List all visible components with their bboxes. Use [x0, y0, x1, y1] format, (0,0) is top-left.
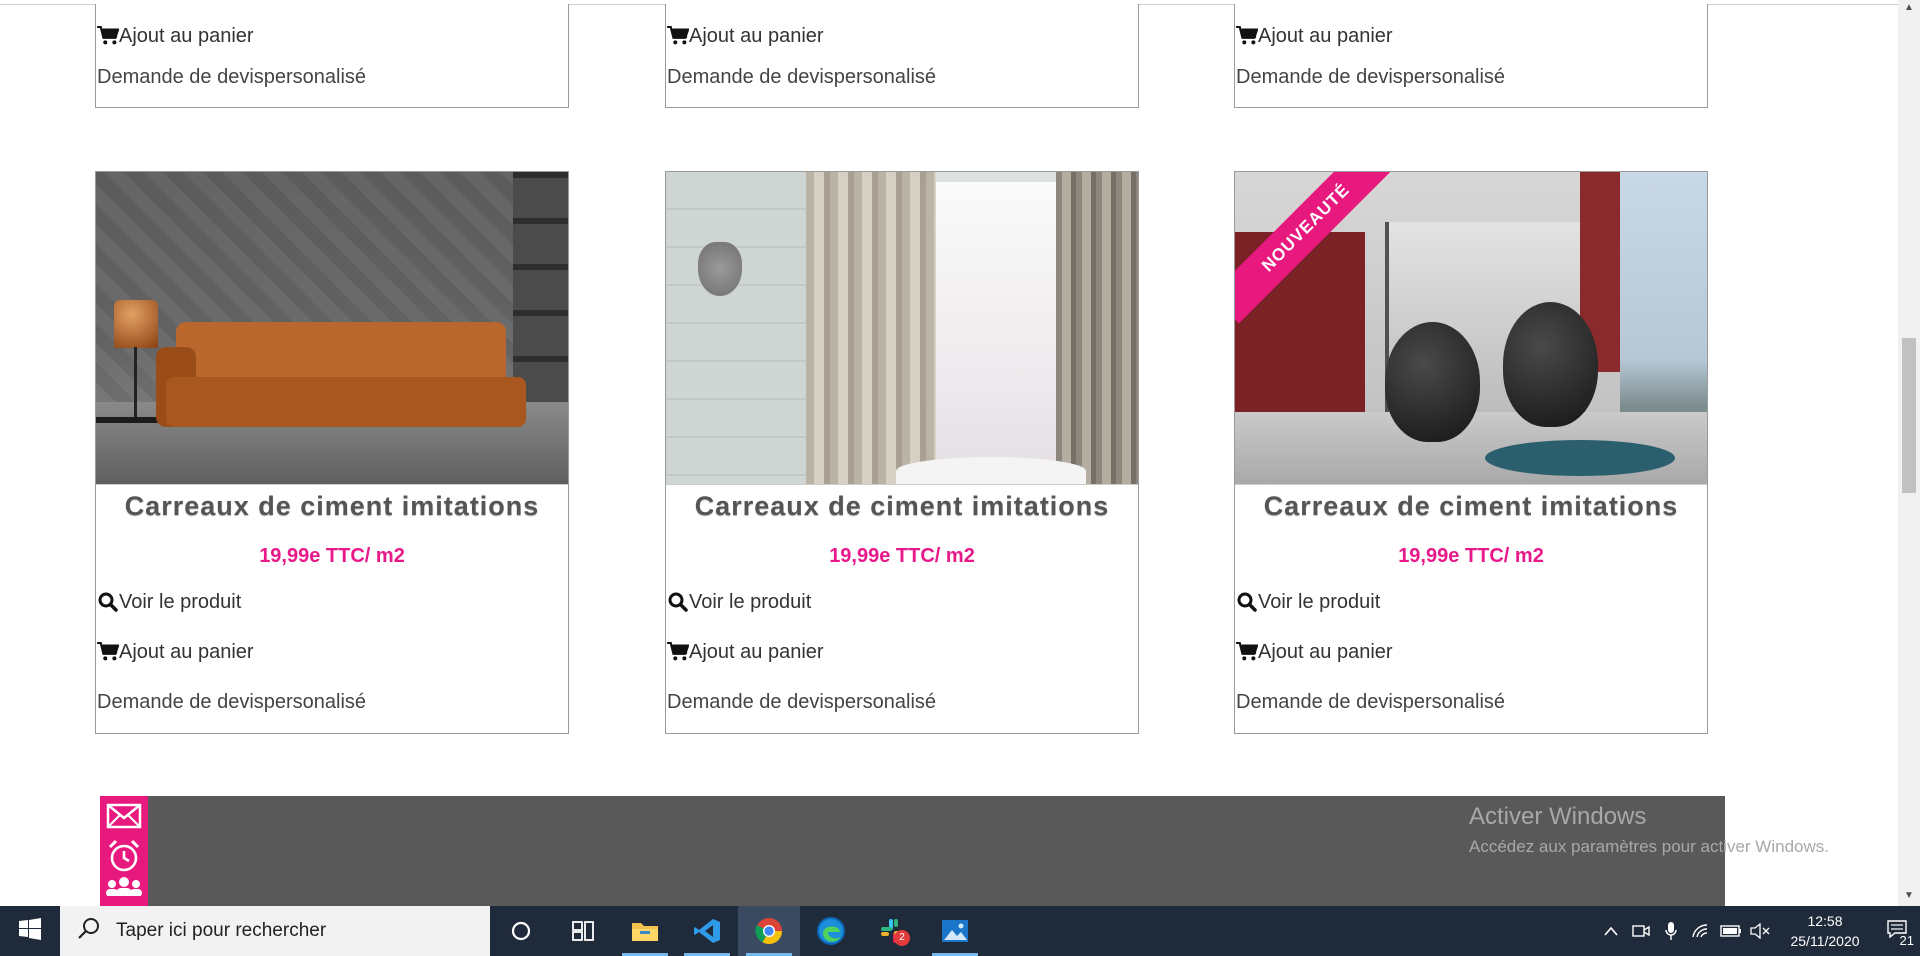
product-price: 19,99e TTC/ m2	[1398, 545, 1544, 567]
product-title[interactable]: Carreaux de ciment imitations	[1235, 491, 1707, 535]
product-card-3: NOUVEAUTÉ Carreaux de ciment imitations …	[1234, 171, 1708, 734]
search-icon	[1236, 591, 1258, 613]
add-to-cart-link[interactable]: Ajout au panier	[96, 627, 568, 677]
quote-request-link[interactable]: Demande de devispersonalisé	[96, 52, 568, 102]
search-icon	[97, 591, 119, 613]
watermark-subtitle: Accédez aux paramètres pour activer Wind…	[1469, 837, 1829, 856]
product-price: 19,99e TTC/ m2	[829, 545, 975, 567]
cart-icon	[667, 641, 689, 663]
product-card-2: Carreaux de ciment imitations 19,99e TTC…	[665, 171, 1139, 734]
vertical-scrollbar[interactable]: ▲ ▼	[1898, 0, 1920, 906]
add-to-cart-link[interactable]: Ajout au panier	[96, 20, 568, 52]
cart-icon	[1236, 641, 1258, 663]
product-image[interactable]: NOUVEAUTÉ	[1235, 172, 1707, 485]
view-product-link[interactable]: Voir le produit	[666, 577, 1138, 627]
quote-request-link[interactable]: Demande de devispersonalisé	[96, 677, 568, 727]
clock-date: 25/11/2020	[1790, 933, 1860, 949]
taskbar-clock[interactable]: 12:58 25/11/2020	[1776, 911, 1874, 951]
notification-count: 21	[1899, 933, 1914, 948]
add-to-cart-link[interactable]: Ajout au panier	[1235, 627, 1707, 677]
system-tray: 12:58 25/11/2020 21	[1596, 906, 1920, 956]
cart-icon	[97, 25, 119, 47]
windows-logo-icon	[19, 917, 41, 945]
search-placeholder: Taper ici pour rechercher	[116, 920, 327, 941]
add-to-cart-link[interactable]: Ajout au panier	[1235, 20, 1707, 52]
product-card-partial-3: Ajout au panier Demande de devispersonal…	[1234, 4, 1708, 108]
product-card-1: Carreaux de ciment imitations 19,99e TTC…	[95, 171, 569, 734]
wifi-icon[interactable]	[1686, 906, 1716, 956]
search-icon	[78, 917, 100, 945]
slack-icon[interactable]: 2	[862, 906, 924, 956]
mail-icon[interactable]	[100, 796, 148, 836]
cart-icon	[97, 641, 119, 663]
photos-icon[interactable]	[924, 906, 986, 956]
battery-icon[interactable]	[1716, 906, 1746, 956]
quote-request-link[interactable]: Demande de devispersonalisé	[666, 677, 1138, 727]
cart-icon	[1236, 25, 1258, 47]
product-image[interactable]	[96, 172, 568, 485]
watermark-title: Activer Windows	[1469, 803, 1647, 830]
volume-muted-icon[interactable]	[1746, 906, 1776, 956]
taskbar-search-box[interactable]: Taper ici pour rechercher	[60, 906, 490, 956]
view-product-link[interactable]: Voir le produit	[96, 577, 568, 627]
product-card-partial-1: Ajout au panier Demande de devispersonal…	[95, 4, 569, 108]
view-product-link[interactable]: Voir le produit	[1235, 577, 1707, 627]
microphone-icon[interactable]	[1656, 906, 1686, 956]
vscode-icon[interactable]	[676, 906, 738, 956]
add-to-cart-link[interactable]: Ajout au panier	[666, 627, 1138, 677]
product-image[interactable]	[666, 172, 1138, 485]
product-title[interactable]: Carreaux de ciment imitations	[96, 491, 568, 535]
product-price: 19,99e TTC/ m2	[259, 545, 405, 567]
edge-icon[interactable]	[800, 906, 862, 956]
scroll-down-arrow-icon[interactable]: ▼	[1903, 890, 1915, 902]
windows-activation-watermark: Activer Windows Accédez aux paramètres p…	[1469, 803, 1829, 857]
alarm-clock-icon[interactable]	[100, 836, 148, 876]
task-view-icon[interactable]	[552, 906, 614, 956]
clock-time: 12:58	[1807, 913, 1843, 929]
search-icon	[667, 591, 689, 613]
cortana-icon[interactable]	[490, 906, 552, 956]
contact-sidebar	[100, 796, 148, 906]
start-button[interactable]	[0, 906, 60, 956]
chevron-up-icon[interactable]	[1596, 906, 1626, 956]
notification-center-button[interactable]: 21	[1874, 906, 1920, 956]
meet-now-icon[interactable]	[1626, 906, 1656, 956]
quote-request-link[interactable]: Demande de devispersonalisé	[1235, 677, 1707, 727]
product-card-partial-2: Ajout au panier Demande de devispersonal…	[665, 4, 1139, 108]
slack-notification-badge: 2	[894, 930, 910, 946]
scroll-up-arrow-icon[interactable]: ▲	[1903, 2, 1915, 14]
scrollbar-thumb[interactable]	[1902, 338, 1916, 493]
quote-request-link[interactable]: Demande de devispersonalisé	[1235, 52, 1707, 102]
windows-taskbar: Taper ici pour rechercher 2 12:58 25/11/…	[0, 906, 1920, 956]
cart-icon	[667, 25, 689, 47]
file-explorer-icon[interactable]	[614, 906, 676, 956]
quote-request-link[interactable]: Demande de devispersonalisé	[666, 52, 1138, 102]
product-title[interactable]: Carreaux de ciment imitations	[666, 491, 1138, 535]
chrome-icon[interactable]	[738, 906, 800, 956]
people-icon[interactable]	[100, 876, 148, 906]
add-to-cart-link[interactable]: Ajout au panier	[666, 20, 1138, 52]
